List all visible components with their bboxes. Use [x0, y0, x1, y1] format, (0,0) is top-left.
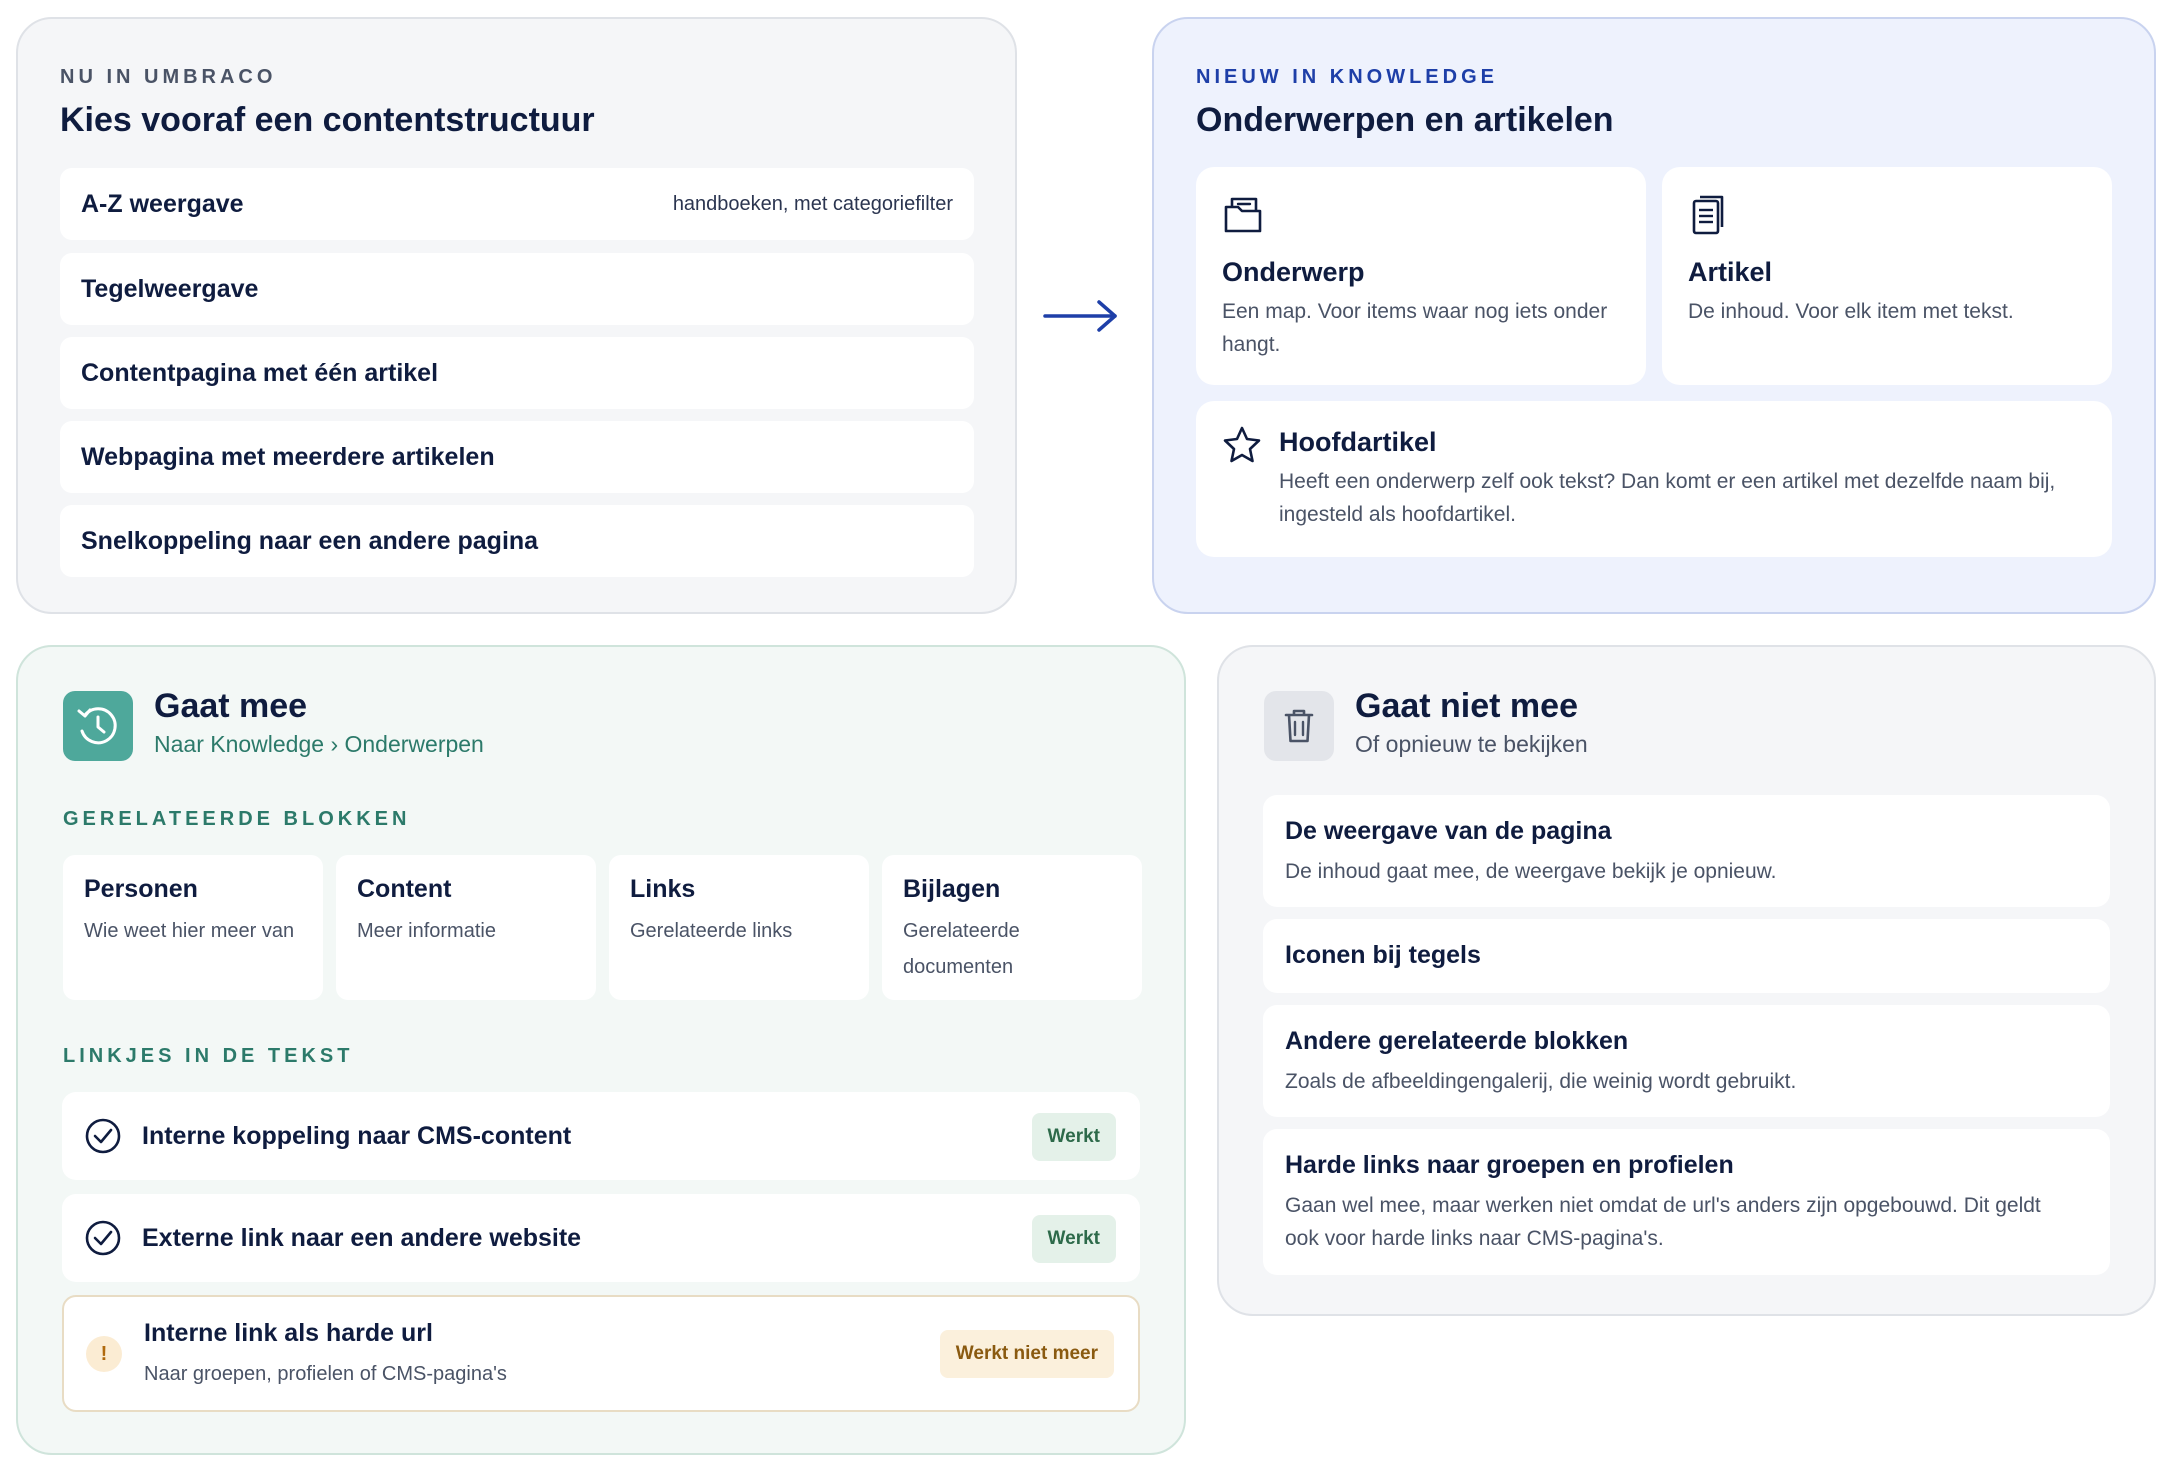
not-going-item-view: De weergave van de pagina De inhoud gaat…	[1263, 795, 2110, 907]
status-badge: Werkt niet meer	[939, 1330, 1114, 1378]
history-icon	[63, 691, 133, 761]
knowledge-card: NIEUW IN KNOWLEDGE Onderwerpen en artike…	[1152, 17, 2156, 614]
document-icon	[1692, 195, 1724, 235]
link-row-external: Externe link naar een andere website Wer…	[62, 1194, 1140, 1282]
status-badge: Werkt	[1031, 1113, 1116, 1161]
block-desc: Wie weet hier meer van	[84, 920, 295, 942]
warning-desc: Naar groepen, profielen of CMS-pagina's	[144, 1363, 507, 1385]
tile-article: Artikel De inhoud. Voor elk item met tek…	[1662, 167, 2112, 385]
link-row-internal: Interne koppeling naar CMS-content Werkt	[62, 1092, 1140, 1180]
not-going-item-title: Iconen bij tegels	[1285, 941, 1481, 969]
trash-icon	[1264, 691, 1334, 761]
block-content: Content Meer informatie	[336, 855, 596, 1000]
check-circle-icon	[85, 1118, 121, 1154]
tile-topic: Onderwerp Een map. Voor items waar nog i…	[1196, 167, 1646, 385]
not-going-title: Gaat niet mee	[1355, 687, 1578, 725]
not-going-item-title: Andere gerelateerde blokken	[1285, 1027, 1629, 1055]
tile-main-article-desc: Heeft een onderwerp zelf ook tekst? Dan …	[1279, 470, 2056, 526]
block-persons: Personen Wie weet hier meer van	[63, 855, 323, 1000]
current-eyebrow: NU IN UMBRACO	[60, 66, 277, 88]
warning-icon: !	[86, 1336, 122, 1372]
goes-subtitle: Naar Knowledge › Onderwerpen	[154, 731, 484, 757]
not-going-item-blocks: Andere gerelateerde blokken Zoals de afb…	[1263, 1005, 2110, 1117]
status-badge: Werkt	[1031, 1215, 1116, 1263]
text-links-heading: LINKJES IN DE TEKST	[63, 1045, 354, 1067]
block-desc: Gerelateerde links	[630, 920, 793, 942]
tile-article-title: Artikel	[1688, 257, 1773, 287]
structure-row-web-page: Webpagina met meerdere artikelen	[60, 421, 974, 493]
block-attachments: Bijlagen Gerelateerde documenten	[882, 855, 1142, 1000]
not-going-item-title: Harde links naar groepen en profielen	[1285, 1151, 1734, 1179]
link-row-hard-url: ! Interne link als harde url Naar groepe…	[62, 1295, 1140, 1412]
not-going-item-icons: Iconen bij tegels	[1263, 919, 2110, 993]
structure-row-a-z: A-Z weergave handboeken, met categoriefi…	[60, 168, 974, 240]
star-icon	[1223, 426, 1261, 463]
structure-row-label: Snelkoppeling naar een andere pagina	[81, 527, 539, 555]
folder-icon	[1224, 197, 1262, 233]
knowledge-title: Onderwerpen en artikelen	[1196, 101, 1614, 139]
block-title: Bijlagen	[903, 875, 1001, 903]
not-going-card: Gaat niet mee Of opnieuw te bekijken De …	[1217, 645, 2156, 1316]
block-title: Personen	[84, 875, 198, 903]
check-circle-icon	[85, 1220, 121, 1256]
current-title: Kies vooraf een contentstructuur	[60, 101, 595, 139]
current-structure-card: NU IN UMBRACO Kies vooraf een contentstr…	[16, 17, 1017, 614]
not-going-subtitle: Of opnieuw te bekijken	[1355, 731, 1588, 757]
not-going-item-title: De weergave van de pagina	[1285, 817, 1612, 845]
not-going-item-desc: Gaan wel mee, maar werken niet omdat de …	[1285, 1194, 2041, 1250]
block-desc: Meer informatie	[357, 920, 496, 942]
block-links: Links Gerelateerde links	[609, 855, 869, 1000]
structure-row-label: Tegelweergave	[81, 275, 259, 303]
structure-row-content-page: Contentpagina met één artikel	[60, 337, 974, 409]
arrow-right-icon	[1043, 300, 1117, 332]
block-title: Content	[357, 875, 452, 903]
goes-title: Gaat mee	[154, 687, 308, 725]
structure-row-tiles: Tegelweergave	[60, 253, 974, 325]
tile-main-article: Hoofdartikel Heeft een onderwerp zelf oo…	[1196, 401, 2112, 557]
not-going-item-hard-links: Harde links naar groepen en profielen Ga…	[1263, 1129, 2110, 1275]
link-row-label: Interne koppeling naar CMS-content	[142, 1122, 572, 1150]
tile-main-article-title: Hoofdartikel	[1279, 427, 1437, 457]
not-going-item-desc: Zoals de afbeeldingengalerij, die weinig…	[1285, 1070, 1797, 1093]
tile-article-desc: De inhoud. Voor elk item met tekst.	[1688, 300, 2014, 323]
structure-row-label: Webpagina met meerdere artikelen	[81, 443, 495, 471]
link-row-label: Externe link naar een andere website	[142, 1224, 582, 1252]
knowledge-eyebrow: NIEUW IN KNOWLEDGE	[1196, 66, 1498, 88]
structure-row-shortcut: Snelkoppeling naar een andere pagina	[60, 505, 974, 577]
block-desc: Gerelateerde documenten	[903, 920, 1020, 978]
goes-along-card: Gaat mee Naar Knowledge › Onderwerpen GE…	[16, 645, 1186, 1455]
tile-topic-title: Onderwerp	[1222, 257, 1365, 287]
structure-row-label: A-Z weergave	[81, 190, 244, 218]
not-going-item-desc: De inhoud gaat mee, de weergave bekijk j…	[1285, 860, 1777, 883]
related-blocks-heading: GERELATEERDE BLOKKEN	[63, 808, 411, 830]
tile-topic-desc: Een map. Voor items waar nog iets onder …	[1222, 300, 1608, 356]
warning-label: Interne link als harde url	[144, 1319, 433, 1347]
structure-row-hint: handboeken, met categoriefilter	[672, 193, 953, 215]
block-title: Links	[630, 875, 696, 903]
structure-row-label: Contentpagina met één artikel	[81, 359, 439, 387]
